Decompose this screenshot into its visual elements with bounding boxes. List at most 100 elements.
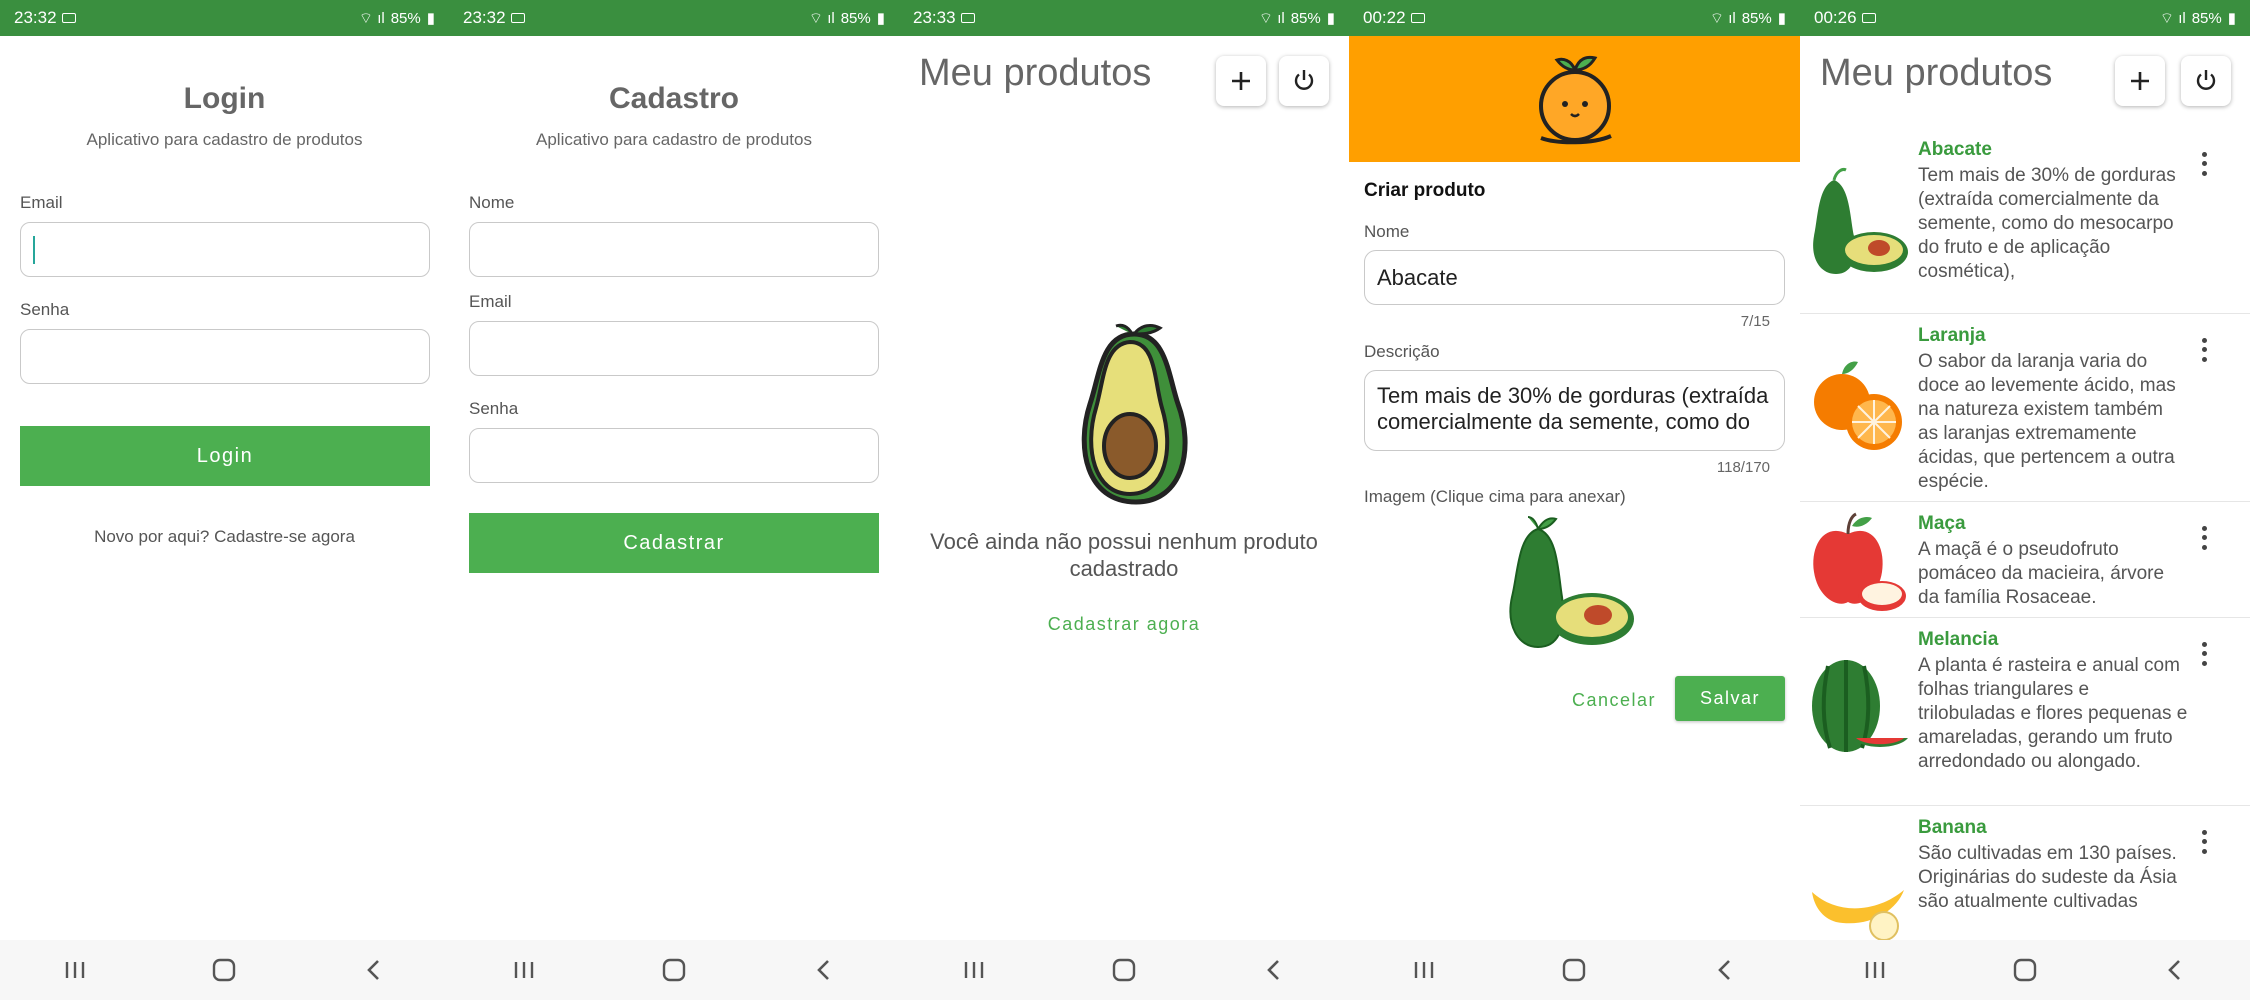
kebab-dot — [2201, 152, 2207, 158]
page-title: Login — [183, 82, 266, 115]
status-icons: ⌔ ıl 85% ▮ — [809, 9, 885, 28]
recent-apps-button[interactable] — [494, 950, 554, 990]
back-button[interactable] — [794, 950, 854, 990]
home-button[interactable] — [1995, 950, 2055, 990]
back-button[interactable] — [2145, 950, 2205, 990]
list-item[interactable]: Melancia A planta é rasteira e anual com… — [1800, 618, 2250, 806]
system-nav-bar — [0, 940, 449, 1000]
description-label: Descrição — [1364, 342, 1440, 361]
description-input[interactable]: Tem mais de 30% de gorduras (extraída co… — [1364, 370, 1785, 451]
password-field[interactable] — [469, 428, 879, 483]
kebab-dot — [2201, 170, 2207, 176]
list-item[interactable]: Laranja O sabor da laranja varia do doce… — [1800, 314, 2250, 502]
kebab-dot — [2201, 839, 2207, 845]
password-field[interactable] — [20, 329, 430, 384]
avocado-image-picker[interactable] — [1504, 515, 1634, 655]
kebab-dot — [2201, 830, 2207, 836]
status-time: 23:32 — [14, 8, 57, 27]
status-icons: ⌔ ıl 85% ▮ — [2160, 9, 2236, 28]
product-name: Melancia — [1918, 629, 1999, 650]
logout-button[interactable] — [1279, 56, 1329, 106]
status-time: 00:22 — [1363, 8, 1406, 27]
logout-button[interactable] — [2181, 56, 2231, 106]
home-button[interactable] — [194, 950, 254, 990]
battery-icon: ▮ — [876, 10, 885, 27]
status-bar: 23:32 ⌔ ıl 85% ▮ — [449, 0, 899, 36]
add-product-button[interactable] — [2115, 56, 2165, 106]
home-icon — [662, 958, 686, 982]
home-icon — [2013, 958, 2037, 982]
kebab-dot — [2201, 161, 2207, 167]
wifi-signal-icon: ⌔ ıl — [2159, 9, 2186, 27]
register-now-link[interactable]: Cadastrar agora — [899, 614, 1349, 635]
wifi-signal-icon: ⌔ ıl — [1258, 9, 1285, 27]
notification-icon — [1410, 13, 1425, 23]
description-char-counter: 118/170 — [1716, 459, 1770, 476]
battery-level: 85% — [1290, 9, 1321, 27]
recent-apps-button[interactable] — [1845, 950, 1905, 990]
cancel-button[interactable]: Cancelar — [1572, 690, 1656, 711]
home-button[interactable] — [644, 950, 704, 990]
home-icon — [1563, 958, 1586, 982]
more-options-button[interactable] — [2194, 150, 2214, 178]
empty-message: Você ainda não possui nenhum produto cad… — [930, 529, 1318, 581]
home-icon — [1112, 958, 1136, 982]
email-field[interactable] — [469, 321, 879, 376]
recent-apps-icon — [65, 962, 85, 978]
login-button[interactable]: Login — [20, 426, 430, 486]
product-description: Tem mais de 30% de gorduras (extraída co… — [1918, 165, 2176, 282]
password-label: Senha — [469, 399, 519, 418]
status-icons: ⌔ ıl 85% ▮ — [1710, 9, 1786, 28]
status-time: 00:26 — [1814, 8, 1857, 27]
back-button[interactable] — [1244, 950, 1304, 990]
email-label: Email — [20, 193, 63, 212]
list-item[interactable]: Banana São cultivadas em 130 países. Ori… — [1800, 806, 2250, 941]
home-button[interactable] — [1094, 950, 1154, 990]
recent-apps-button[interactable] — [944, 950, 1004, 990]
battery-level: 85% — [2191, 9, 2222, 27]
product-name: Maça — [1918, 513, 1966, 534]
system-nav-bar — [1349, 940, 1800, 1000]
battery-level: 85% — [1741, 9, 1772, 27]
product-description: O sabor da laranja varia do doce ao leve… — [1918, 351, 2176, 492]
list-item[interactable]: Maça A maçã é o pseudofruto pomáceo da m… — [1800, 502, 2250, 618]
more-options-button[interactable] — [2194, 524, 2214, 552]
product-description: São cultivadas em 130 países. Originária… — [1918, 843, 2177, 912]
list-item[interactable]: Abacate Tem mais de 30% de gorduras (ext… — [1800, 128, 2250, 314]
orange-icon — [1814, 361, 1902, 450]
recent-apps-button[interactable] — [45, 950, 105, 990]
back-button[interactable] — [344, 950, 404, 990]
recent-apps-button[interactable] — [1394, 950, 1454, 990]
notification-icon — [61, 13, 76, 23]
avocado-illustration — [1081, 323, 1188, 505]
name-char-counter: 7/15 — [1740, 313, 1770, 330]
create-product-screen: 00:22 ⌔ ıl 85% ▮ Criar produto Nome Abacat… — [1349, 0, 1800, 1000]
more-options-button[interactable] — [2194, 336, 2214, 364]
back-button[interactable] — [1695, 950, 1755, 990]
wifi-signal-icon: ⌔ ıl — [1709, 9, 1736, 27]
home-button[interactable] — [1544, 950, 1604, 990]
name-label: Nome — [1364, 222, 1410, 241]
more-options-button[interactable] — [2194, 640, 2214, 668]
name-field[interactable] — [469, 222, 879, 277]
signup-link[interactable]: Novo por aqui? Cadastre-se agora — [0, 527, 449, 547]
recent-apps-icon — [514, 962, 534, 978]
add-product-button[interactable] — [1216, 56, 1266, 106]
status-bar: 00:26 ⌔ ıl 85% ▮ — [1800, 0, 2250, 36]
page-subtitle: Aplicativo para cadastro de produtos — [536, 130, 812, 149]
power-icon — [2196, 70, 2216, 90]
email-field[interactable] — [20, 222, 430, 277]
notification-icon — [510, 13, 525, 23]
kebab-dot — [2201, 651, 2207, 657]
kebab-dot — [2201, 356, 2207, 362]
product-description: A planta é rasteira e anual com folhas t… — [1918, 655, 2188, 772]
more-options-button[interactable] — [2194, 828, 2214, 856]
watermelon-icon — [1812, 660, 1908, 752]
name-input[interactable]: Abacate — [1364, 250, 1785, 305]
register-button[interactable]: Cadastrar — [469, 513, 879, 573]
status-time: 23:32 — [463, 8, 506, 27]
kebab-dot — [2201, 338, 2207, 344]
save-button[interactable]: Salvar — [1675, 676, 1785, 721]
wifi-signal-icon: ⌔ ıl — [808, 9, 835, 27]
kebab-dot — [2201, 544, 2207, 550]
